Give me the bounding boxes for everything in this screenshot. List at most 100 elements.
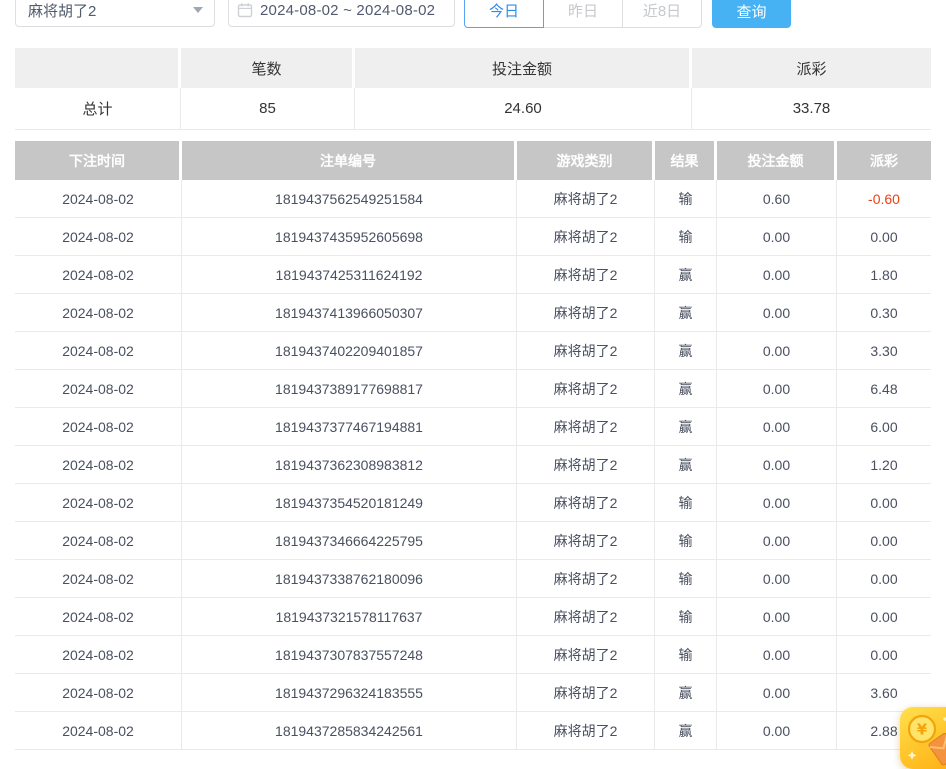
table-cell: 输 bbox=[655, 484, 717, 521]
table-cell: 1819437296324183555 bbox=[182, 674, 517, 711]
table-cell: 赢 bbox=[655, 332, 717, 369]
table-cell: 麻将胡了2 bbox=[517, 560, 655, 597]
table-cell: 2024-08-02 bbox=[15, 408, 182, 445]
table-cell: 2024-08-02 bbox=[15, 446, 182, 483]
table-cell: 麻将胡了2 bbox=[517, 484, 655, 521]
table-row: 2024-08-021819437402209401857麻将胡了2赢0.003… bbox=[15, 332, 931, 370]
table-cell: 0.00 bbox=[837, 218, 931, 255]
table-cell: 0.00 bbox=[717, 674, 837, 711]
search-button[interactable]: 查询 bbox=[712, 0, 791, 28]
table-cell: 麻将胡了2 bbox=[517, 332, 655, 369]
table-cell: 0.00 bbox=[717, 332, 837, 369]
table-cell: 0.00 bbox=[717, 598, 837, 635]
table-cell: 0.00 bbox=[837, 636, 931, 673]
table-cell: 0.00 bbox=[717, 636, 837, 673]
table-row: 2024-08-021819437389177698817麻将胡了2赢0.006… bbox=[15, 370, 931, 408]
table-cell: 麻将胡了2 bbox=[517, 218, 655, 255]
quick-filter-today[interactable]: 今日 bbox=[464, 0, 544, 28]
col-header-bet-amount: 投注金额 bbox=[717, 141, 837, 180]
table-cell: 麻将胡了2 bbox=[517, 408, 655, 445]
table-row: 2024-08-021819437354520181249麻将胡了2输0.000… bbox=[15, 484, 931, 522]
table-cell: 麻将胡了2 bbox=[517, 674, 655, 711]
date-range-picker[interactable]: 2024-08-02 ~ 2024-08-02 bbox=[228, 0, 455, 27]
rewards-float-button[interactable]: ¥ bbox=[900, 707, 946, 769]
calendar-icon bbox=[237, 2, 253, 18]
table-cell: 麻将胡了2 bbox=[517, 636, 655, 673]
table-cell: 1819437389177698817 bbox=[182, 370, 517, 407]
table-cell: 1.80 bbox=[837, 256, 931, 293]
table-cell: 1819437402209401857 bbox=[182, 332, 517, 369]
summary-total-bet-amount: 24.60 bbox=[355, 88, 692, 129]
table-cell: 0.00 bbox=[717, 256, 837, 293]
summary-total-payout: 33.78 bbox=[692, 88, 931, 129]
table-row: 2024-08-021819437362308983812麻将胡了2赢0.001… bbox=[15, 446, 931, 484]
table-cell: 2024-08-02 bbox=[15, 218, 182, 255]
game-select-value: 麻将胡了2 bbox=[28, 0, 96, 21]
table-cell: 赢 bbox=[655, 674, 717, 711]
table-cell: 1819437362308983812 bbox=[182, 446, 517, 483]
table-cell: 0.00 bbox=[837, 560, 931, 597]
table-cell: 0.00 bbox=[837, 484, 931, 521]
table-cell: 2024-08-02 bbox=[15, 294, 182, 331]
table-cell: 输 bbox=[655, 522, 717, 559]
table-row: 2024-08-021819437338762180096麻将胡了2输0.000… bbox=[15, 560, 931, 598]
table-row: 2024-08-021819437377467194881麻将胡了2赢0.006… bbox=[15, 408, 931, 446]
table-cell: 麻将胡了2 bbox=[517, 712, 655, 749]
table-cell: 0.00 bbox=[717, 294, 837, 331]
table-row: 2024-08-021819437435952605698麻将胡了2输0.000… bbox=[15, 218, 931, 256]
table-cell: 麻将胡了2 bbox=[517, 522, 655, 559]
table-cell: 赢 bbox=[655, 370, 717, 407]
table-row: 2024-08-021819437413966050307麻将胡了2赢0.000… bbox=[15, 294, 931, 332]
col-header-order-id: 注单编号 bbox=[182, 141, 517, 180]
svg-text:¥: ¥ bbox=[917, 721, 928, 739]
table-cell: 2024-08-02 bbox=[15, 560, 182, 597]
quick-filter-last8days[interactable]: 近8日 bbox=[622, 0, 702, 28]
table-cell: 2024-08-02 bbox=[15, 370, 182, 407]
table-cell: 1819437435952605698 bbox=[182, 218, 517, 255]
table-cell: 赢 bbox=[655, 256, 717, 293]
table-row: 2024-08-021819437285834242561麻将胡了2赢0.002… bbox=[15, 712, 931, 750]
table-cell: 3.60 bbox=[837, 674, 931, 711]
table-cell: 麻将胡了2 bbox=[517, 370, 655, 407]
table-cell: 输 bbox=[655, 636, 717, 673]
table-cell: 0.00 bbox=[717, 522, 837, 559]
quick-filter-yesterday[interactable]: 昨日 bbox=[543, 0, 623, 28]
table-cell: 0.00 bbox=[717, 218, 837, 255]
table-cell: 赢 bbox=[655, 712, 717, 749]
col-header-result: 结果 bbox=[655, 141, 717, 180]
table-row: 2024-08-021819437321578117637麻将胡了2输0.000… bbox=[15, 598, 931, 636]
table-body: 2024-08-021819437562549251584麻将胡了2输0.60-… bbox=[15, 180, 931, 750]
table-cell: 1819437377467194881 bbox=[182, 408, 517, 445]
summary-table: 笔数 投注金额 派彩 总计 85 24.60 33.78 bbox=[15, 48, 931, 130]
col-header-game-type: 游戏类别 bbox=[517, 141, 655, 180]
table-row: 2024-08-021819437425311624192麻将胡了2赢0.001… bbox=[15, 256, 931, 294]
table-cell: 1819437562549251584 bbox=[182, 180, 517, 217]
table-cell: 2024-08-02 bbox=[15, 712, 182, 749]
table-cell: 1819437285834242561 bbox=[182, 712, 517, 749]
table-cell: 2024-08-02 bbox=[15, 522, 182, 559]
col-header-payout: 派彩 bbox=[837, 141, 931, 180]
table-cell: 1819437354520181249 bbox=[182, 484, 517, 521]
records-header-row: 下注时间 注单编号 游戏类别 结果 投注金额 派彩 bbox=[15, 141, 931, 180]
table-cell: 1819437413966050307 bbox=[182, 294, 517, 331]
toolbar: 麻将胡了2 2024-08-02 ~ 2024-08-02 今日 昨日 近8日 … bbox=[0, 0, 946, 42]
table-cell: 6.00 bbox=[837, 408, 931, 445]
table-cell: 1819437307837557248 bbox=[182, 636, 517, 673]
table-cell: 6.48 bbox=[837, 370, 931, 407]
table-cell: 1819437346664225795 bbox=[182, 522, 517, 559]
table-row: 2024-08-021819437296324183555麻将胡了2赢0.003… bbox=[15, 674, 931, 712]
summary-total-count: 85 bbox=[181, 88, 355, 129]
table-cell: 0.30 bbox=[837, 294, 931, 331]
col-header-bet-time: 下注时间 bbox=[15, 141, 182, 180]
table-row: 2024-08-021819437562549251584麻将胡了2输0.60-… bbox=[15, 180, 931, 218]
table-cell: 2024-08-02 bbox=[15, 636, 182, 673]
table-cell: 0.00 bbox=[717, 712, 837, 749]
table-cell: 赢 bbox=[655, 294, 717, 331]
records-table: 下注时间 注单编号 游戏类别 结果 投注金额 派彩 2024-08-021819… bbox=[15, 141, 931, 750]
sparkle-icon bbox=[908, 751, 917, 760]
summary-header-payout: 派彩 bbox=[692, 48, 931, 88]
game-select[interactable]: 麻将胡了2 bbox=[15, 0, 215, 27]
table-cell: 2024-08-02 bbox=[15, 256, 182, 293]
table-cell: 2024-08-02 bbox=[15, 180, 182, 217]
table-cell: 输 bbox=[655, 598, 717, 635]
